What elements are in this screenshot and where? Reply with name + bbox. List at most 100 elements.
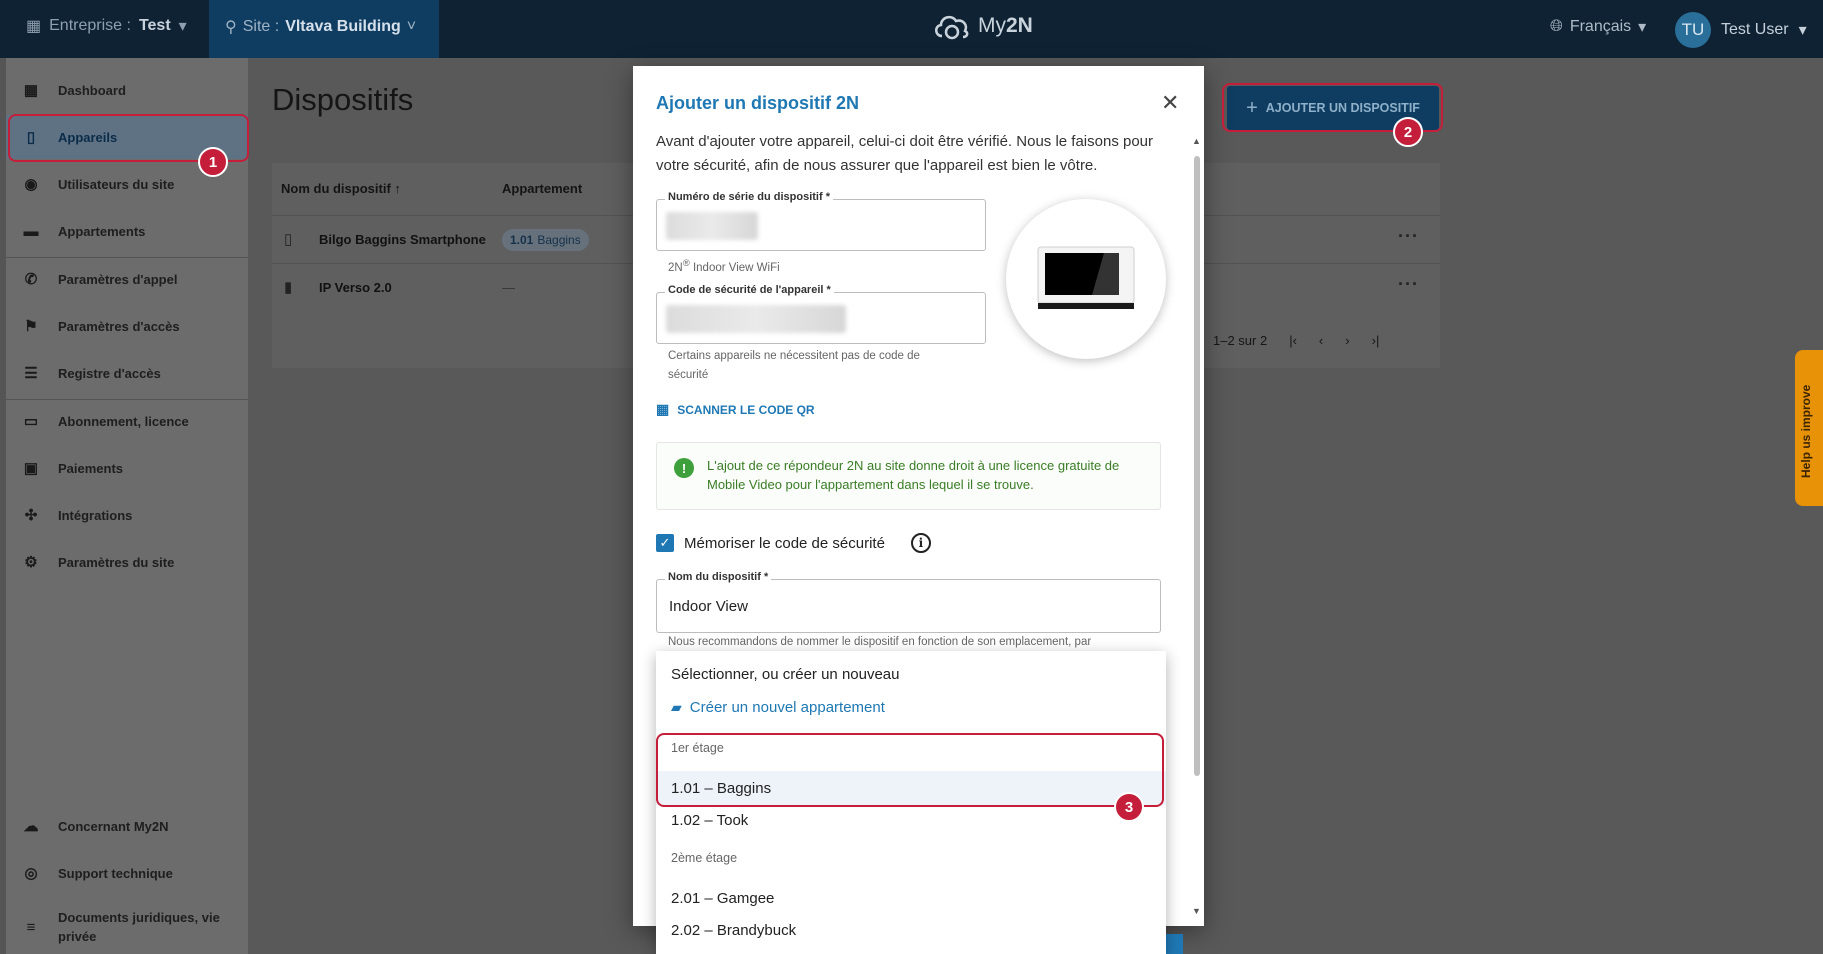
- scan-qr-label: SCANNER LE CODE QR: [677, 402, 815, 417]
- scan-qr-button[interactable]: ▦ SCANNER LE CODE QR: [656, 401, 815, 418]
- site-selector[interactable]: ⚲ Site : Vltava Building ˅: [209, 0, 439, 58]
- integrations-icon: ✣: [24, 507, 38, 524]
- sidebar-item-site-settings[interactable]: ⚙ Paramètres du site: [6, 540, 248, 584]
- sidebar-item-payments[interactable]: ▣ Paiements: [6, 446, 248, 490]
- device-image: [1006, 199, 1166, 359]
- user-menu[interactable]: TU Test User ▾: [1675, 12, 1807, 48]
- dialog-intro: Avant d'ajouter votre appareil, celui-ci…: [656, 133, 1154, 174]
- scroll-down-icon[interactable]: ▼: [1192, 906, 1201, 916]
- annotation-highlight-apartment-option: [656, 733, 1164, 807]
- enterprise-label: Entreprise :: [49, 17, 131, 34]
- sidebar-item-label: Registre d'accès: [58, 365, 161, 381]
- sidebar-item-access-settings[interactable]: ⚑ Paramètres d'accès: [6, 304, 248, 348]
- sidebar-item-label: Intégrations: [58, 507, 133, 523]
- remember-code-checkbox-row[interactable]: ✓ Mémoriser le code de sécurité i: [656, 533, 931, 553]
- sidebar-item-access-log[interactable]: ☰ Registre d'accès: [6, 351, 248, 395]
- sidebar-item-subscription[interactable]: ▭ Abonnement, licence: [6, 399, 248, 443]
- sidebar-item-call-settings[interactable]: ✆ Paramètres d'appel: [6, 257, 248, 301]
- close-icon[interactable]: ✕: [1161, 90, 1179, 116]
- gear-icon: ⚙: [24, 554, 38, 571]
- chevron-down-icon: ▾: [1638, 19, 1647, 36]
- logo-text-my: My: [978, 14, 1006, 37]
- device-name-field[interactable]: Indoor View: [656, 579, 1161, 633]
- enterprise-selector[interactable]: ▦ Entreprise : Test ▾: [26, 16, 187, 36]
- indoor-view-device-icon: [1037, 246, 1135, 309]
- security-code-hint: Certains appareils ne nécessitent pas de…: [668, 350, 920, 381]
- chevron-down-icon: ▾: [178, 18, 187, 35]
- logo-text-2n: 2N: [1006, 14, 1033, 37]
- scrollbar-thumb[interactable]: [1194, 156, 1200, 776]
- column-header-apartment[interactable]: Appartement: [502, 181, 582, 196]
- apartment-option-2-01[interactable]: 2.01 – Gamgee: [656, 882, 1166, 914]
- sidebar-item-about[interactable]: ☁ Concernant My2N: [6, 804, 248, 848]
- dialog-title: Ajouter un dispositif 2N: [656, 93, 860, 113]
- site-label: Site :: [242, 18, 280, 35]
- annotation-badge-2: 2: [1393, 117, 1423, 147]
- sidebar-item-label: Abonnement, licence: [58, 413, 189, 429]
- apartment-empty: —: [502, 280, 515, 295]
- sidebar-item-dashboard[interactable]: ▦ Dashboard: [6, 68, 248, 112]
- list-icon: ☰: [24, 365, 38, 382]
- sidebar-item-integrations[interactable]: ✣ Intégrations: [6, 493, 248, 537]
- sidebar-item-legal[interactable]: ≡ Documents juridiques, vie privée: [6, 901, 248, 953]
- dialog-scrollbar[interactable]: ▲ ▼: [1191, 136, 1203, 926]
- dashboard-icon: ▦: [23, 82, 39, 99]
- chevron-down-icon: ▾: [1798, 22, 1807, 39]
- apartment-chip: 1.01 Baggins: [502, 229, 589, 251]
- next-page-icon[interactable]: ›: [1345, 333, 1349, 348]
- remember-code-checkbox[interactable]: ✓: [656, 534, 674, 552]
- language-selector[interactable]: 🌐︎ Français ▾: [1550, 17, 1646, 37]
- cloud-logo-icon: [935, 15, 969, 40]
- sidebar-item-apartments[interactable]: ▬ Appartements: [6, 209, 248, 253]
- payments-icon: ▣: [23, 460, 39, 477]
- prev-page-icon[interactable]: ‹: [1319, 333, 1323, 348]
- annotation-badge-3: 3: [1114, 792, 1144, 822]
- pagination-range: 1–2 sur 2: [1213, 333, 1268, 348]
- serial-number-field[interactable]: [656, 199, 986, 251]
- top-bar: ▦ Entreprise : Test ▾ ⚲ Site : Vltava Bu…: [0, 0, 1823, 58]
- annotation-badge-1: 1: [198, 147, 228, 177]
- apartment-option-1-02[interactable]: 1.02 – Took: [656, 804, 1166, 836]
- info-text: L'ajout de ce répondeur 2N au site donne…: [707, 458, 1120, 492]
- apartment-option-2-02[interactable]: 2.02 – Brandybuck: [656, 914, 1166, 946]
- page-title: Dispositifs: [272, 82, 414, 117]
- group-header-2eme-etage: 2ème étage: [671, 851, 738, 865]
- my2n-logo[interactable]: My2N: [932, 10, 1033, 42]
- help-tab-label: Help us improve: [1799, 384, 1813, 478]
- column-header-name[interactable]: Nom du dispositif ↑: [281, 181, 401, 196]
- more-actions-icon[interactable]: ···: [1398, 274, 1419, 295]
- scroll-up-icon[interactable]: ▲: [1192, 136, 1201, 146]
- pagination: 1–2 sur 2 |‹ ‹ › ›|: [1213, 333, 1379, 348]
- sidebar-item-label: Concernant My2N: [58, 818, 169, 834]
- sidebar-item-label: Dashboard: [58, 82, 126, 98]
- intercom-icon: ▮: [284, 279, 293, 296]
- serial-number-label: Numéro de série du dispositif *: [665, 191, 833, 203]
- sidebar-item-label: Support technique: [58, 865, 173, 881]
- language-label: Français: [1569, 18, 1632, 35]
- qr-code-icon: ▦: [656, 401, 670, 417]
- enterprise-value: Test: [138, 17, 171, 34]
- dialog-submit-button[interactable]: [1163, 934, 1183, 954]
- globe-icon: 🌐︎: [1550, 18, 1563, 35]
- security-code-blurred-value: [666, 305, 846, 333]
- dropdown-placeholder[interactable]: Sélectionner, ou créer un nouveau: [656, 658, 1166, 690]
- sidebar-item-label: Paramètres du site: [58, 554, 175, 570]
- security-code-field[interactable]: [656, 292, 986, 344]
- free-license-info-box: ! L'ajout de ce répondeur 2N au site don…: [656, 442, 1161, 510]
- last-page-icon[interactable]: ›|: [1372, 333, 1380, 348]
- first-page-icon[interactable]: |‹: [1289, 333, 1297, 348]
- sidebar-item-label: Utilisateurs du site: [58, 176, 175, 192]
- remember-code-label: Mémoriser le code de sécurité: [684, 534, 885, 552]
- create-apartment-option[interactable]: ▰ Créer un nouvel appartement: [656, 691, 1166, 723]
- sidebar-item-support[interactable]: ◎ Support technique: [6, 851, 248, 895]
- chevron-down-icon: ˅: [406, 18, 417, 35]
- help-us-improve-tab[interactable]: Help us improve: [1795, 350, 1823, 506]
- more-actions-icon[interactable]: ···: [1398, 226, 1419, 247]
- user-name: Test User: [1721, 21, 1789, 38]
- info-icon[interactable]: i: [910, 533, 931, 553]
- cloud-icon: ☁: [23, 818, 39, 835]
- location-pin-icon: ⚲: [225, 19, 237, 36]
- sidebar-item-label: Paramètres d'accès: [58, 318, 180, 334]
- support-icon: ◎: [24, 865, 38, 882]
- sidebar-item-label: Documents juridiques, vie privée: [58, 910, 220, 944]
